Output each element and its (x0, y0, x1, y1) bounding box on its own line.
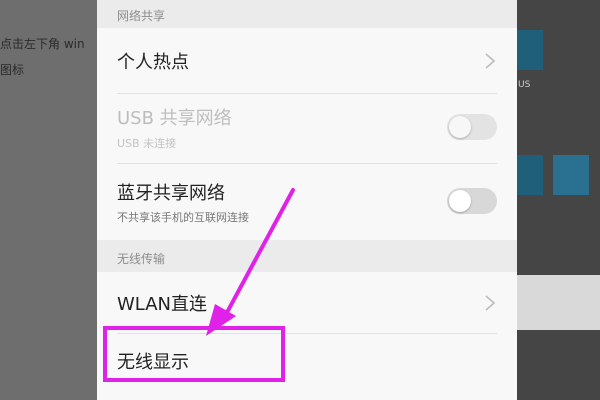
pointer-arrow-icon (206, 188, 295, 336)
